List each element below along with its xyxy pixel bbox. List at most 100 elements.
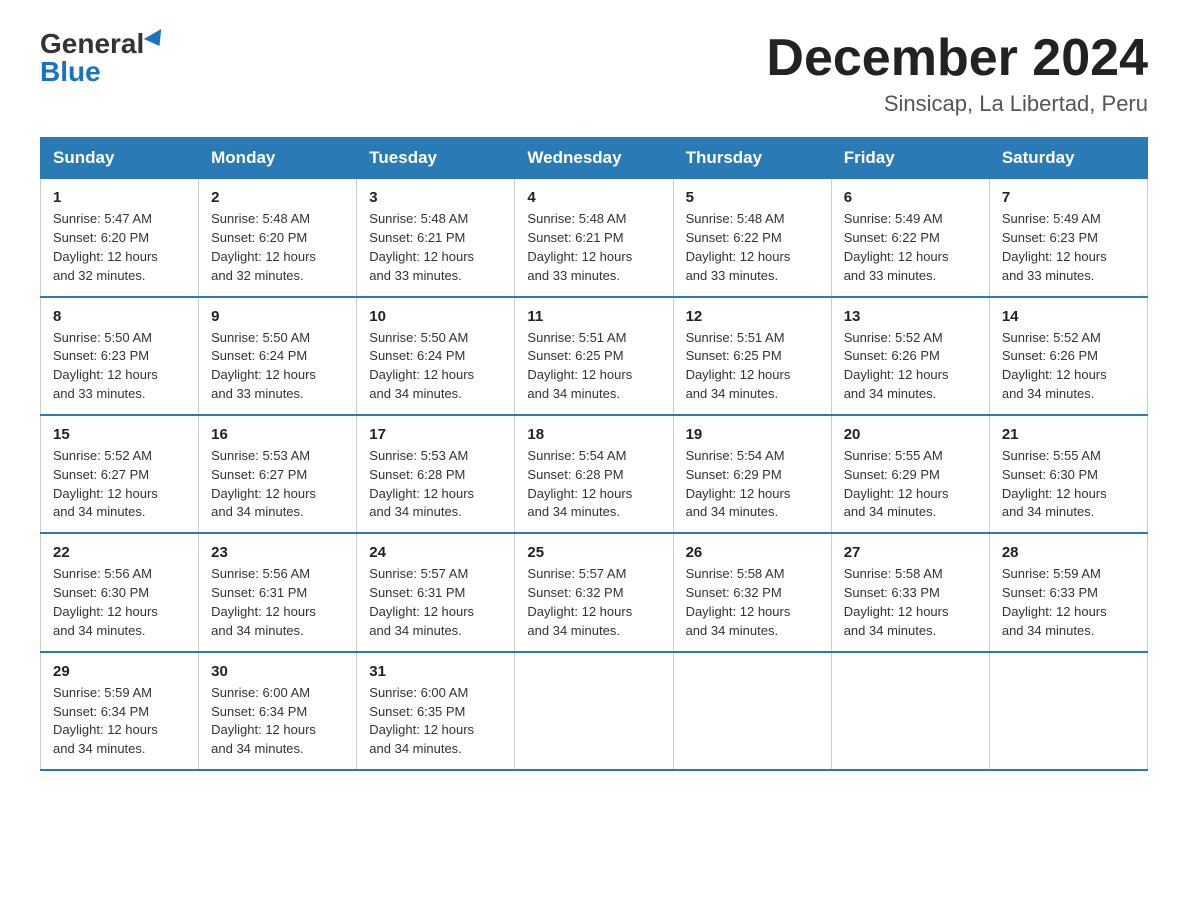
day-info: Sunrise: 5:58 AM Sunset: 6:33 PM Dayligh… [844,565,977,640]
day-number: 22 [53,544,186,561]
calendar-cell: 26 Sunrise: 5:58 AM Sunset: 6:32 PM Dayli… [673,533,831,651]
day-info: Sunrise: 5:53 AM Sunset: 6:27 PM Dayligh… [211,447,344,522]
day-info: Sunrise: 5:53 AM Sunset: 6:28 PM Dayligh… [369,447,502,522]
calendar-cell [515,652,673,770]
header-friday: Friday [831,138,989,179]
week-row-3: 15Sunrise: 5:52 AM Sunset: 6:27 PM Dayli… [41,415,1148,533]
day-number: 17 [369,426,502,443]
day-info: Sunrise: 5:57 AM Sunset: 6:32 PM Dayligh… [527,565,660,640]
day-number: 8 [53,308,186,325]
day-info: Sunrise: 6:00 AM Sunset: 6:35 PM Dayligh… [369,684,502,759]
day-number: 31 [369,663,502,680]
calendar-cell: 4 Sunrise: 5:48 AM Sunset: 6:21 PM Daylig… [515,179,673,297]
week-row-4: 22 Sunrise: 5:56 AM Sunset: 6:30 PM Dayli… [41,533,1148,651]
calendar-cell: 27 Sunrise: 5:58 AM Sunset: 6:33 PM Dayli… [831,533,989,651]
calendar-header: SundayMondayTuesdayWednesdayThursdayFrid… [41,138,1148,179]
day-number: 2 [211,189,344,206]
logo-triangle-icon [144,29,168,51]
calendar-cell: 14 Sunrise: 5:52 AM Sunset: 6:26 PM Dayli… [989,297,1147,415]
calendar-cell: 10 Sunrise: 5:50 AM Sunset: 6:24 PM Dayli… [357,297,515,415]
calendar-cell: 15Sunrise: 5:52 AM Sunset: 6:27 PM Dayli… [41,415,199,533]
calendar-cell: 5 Sunrise: 5:48 AM Sunset: 6:22 PM Daylig… [673,179,831,297]
calendar-cell: 11 Sunrise: 5:51 AM Sunset: 6:25 PM Dayli… [515,297,673,415]
day-info: Sunrise: 5:52 AM Sunset: 6:26 PM Dayligh… [1002,329,1135,404]
day-number: 16 [211,426,344,443]
day-number: 30 [211,663,344,680]
day-number: 13 [844,308,977,325]
calendar-cell [673,652,831,770]
calendar-cell: 2 Sunrise: 5:48 AM Sunset: 6:20 PM Daylig… [199,179,357,297]
calendar-cell: 23Sunrise: 5:56 AM Sunset: 6:31 PM Dayli… [199,533,357,651]
calendar-cell: 30Sunrise: 6:00 AM Sunset: 6:34 PM Dayli… [199,652,357,770]
day-info: Sunrise: 5:54 AM Sunset: 6:28 PM Dayligh… [527,447,660,522]
day-info: Sunrise: 5:48 AM Sunset: 6:22 PM Dayligh… [686,210,819,285]
day-number: 25 [527,544,660,561]
calendar-cell: 20 Sunrise: 5:55 AM Sunset: 6:29 PM Dayli… [831,415,989,533]
header-tuesday: Tuesday [357,138,515,179]
day-info: Sunrise: 5:57 AM Sunset: 6:31 PM Dayligh… [369,565,502,640]
day-info: Sunrise: 5:51 AM Sunset: 6:25 PM Dayligh… [527,329,660,404]
day-info: Sunrise: 5:50 AM Sunset: 6:23 PM Dayligh… [53,329,186,404]
location-subtitle: Sinsicap, La Libertad, Peru [766,91,1148,117]
calendar-cell: 9 Sunrise: 5:50 AM Sunset: 6:24 PM Daylig… [199,297,357,415]
header-row: SundayMondayTuesdayWednesdayThursdayFrid… [41,138,1148,179]
day-number: 3 [369,189,502,206]
calendar-cell: 12Sunrise: 5:51 AM Sunset: 6:25 PM Dayli… [673,297,831,415]
day-number: 4 [527,189,660,206]
day-info: Sunrise: 5:58 AM Sunset: 6:32 PM Dayligh… [686,565,819,640]
day-number: 11 [527,308,660,325]
header-wednesday: Wednesday [515,138,673,179]
calendar-cell: 8 Sunrise: 5:50 AM Sunset: 6:23 PM Daylig… [41,297,199,415]
day-number: 9 [211,308,344,325]
calendar-cell: 3 Sunrise: 5:48 AM Sunset: 6:21 PM Daylig… [357,179,515,297]
day-info: Sunrise: 5:52 AM Sunset: 6:27 PM Dayligh… [53,447,186,522]
day-number: 20 [844,426,977,443]
day-number: 7 [1002,189,1135,206]
day-info: Sunrise: 5:50 AM Sunset: 6:24 PM Dayligh… [369,329,502,404]
week-row-5: 29Sunrise: 5:59 AM Sunset: 6:34 PM Dayli… [41,652,1148,770]
week-row-1: 1Sunrise: 5:47 AM Sunset: 6:20 PM Daylig… [41,179,1148,297]
day-number: 6 [844,189,977,206]
day-info: Sunrise: 5:48 AM Sunset: 6:20 PM Dayligh… [211,210,344,285]
month-title: December 2024 [766,30,1148,87]
calendar-cell: 25 Sunrise: 5:57 AM Sunset: 6:32 PM Dayli… [515,533,673,651]
calendar-cell: 18Sunrise: 5:54 AM Sunset: 6:28 PM Dayli… [515,415,673,533]
logo: General Blue [40,30,166,86]
week-row-2: 8 Sunrise: 5:50 AM Sunset: 6:23 PM Daylig… [41,297,1148,415]
calendar-body: 1Sunrise: 5:47 AM Sunset: 6:20 PM Daylig… [41,179,1148,770]
day-info: Sunrise: 5:49 AM Sunset: 6:22 PM Dayligh… [844,210,977,285]
day-number: 10 [369,308,502,325]
day-number: 14 [1002,308,1135,325]
day-info: Sunrise: 5:54 AM Sunset: 6:29 PM Dayligh… [686,447,819,522]
header-saturday: Saturday [989,138,1147,179]
header-sunday: Sunday [41,138,199,179]
day-number: 26 [686,544,819,561]
day-info: Sunrise: 5:52 AM Sunset: 6:26 PM Dayligh… [844,329,977,404]
calendar-cell: 13 Sunrise: 5:52 AM Sunset: 6:26 PM Dayli… [831,297,989,415]
title-section: December 2024 Sinsicap, La Libertad, Per… [766,30,1148,117]
calendar-cell: 31 Sunrise: 6:00 AM Sunset: 6:35 PM Dayli… [357,652,515,770]
day-info: Sunrise: 5:56 AM Sunset: 6:30 PM Dayligh… [53,565,186,640]
day-number: 5 [686,189,819,206]
page-header: General Blue December 2024 Sinsicap, La … [40,30,1148,117]
day-number: 27 [844,544,977,561]
day-info: Sunrise: 5:48 AM Sunset: 6:21 PM Dayligh… [369,210,502,285]
day-info: Sunrise: 5:50 AM Sunset: 6:24 PM Dayligh… [211,329,344,404]
day-info: Sunrise: 5:48 AM Sunset: 6:21 PM Dayligh… [527,210,660,285]
calendar-cell: 7 Sunrise: 5:49 AM Sunset: 6:23 PM Daylig… [989,179,1147,297]
calendar-cell: 28Sunrise: 5:59 AM Sunset: 6:33 PM Dayli… [989,533,1147,651]
day-info: Sunrise: 5:59 AM Sunset: 6:34 PM Dayligh… [53,684,186,759]
day-info: Sunrise: 5:55 AM Sunset: 6:29 PM Dayligh… [844,447,977,522]
calendar-table: SundayMondayTuesdayWednesdayThursdayFrid… [40,137,1148,771]
day-number: 12 [686,308,819,325]
day-info: Sunrise: 5:49 AM Sunset: 6:23 PM Dayligh… [1002,210,1135,285]
day-number: 24 [369,544,502,561]
calendar-cell: 1Sunrise: 5:47 AM Sunset: 6:20 PM Daylig… [41,179,199,297]
day-number: 19 [686,426,819,443]
calendar-cell: 6 Sunrise: 5:49 AM Sunset: 6:22 PM Daylig… [831,179,989,297]
calendar-cell: 17 Sunrise: 5:53 AM Sunset: 6:28 PM Dayli… [357,415,515,533]
header-thursday: Thursday [673,138,831,179]
logo-blue-text: Blue [40,58,101,86]
day-info: Sunrise: 5:47 AM Sunset: 6:20 PM Dayligh… [53,210,186,285]
logo-general-text: General [40,30,144,58]
